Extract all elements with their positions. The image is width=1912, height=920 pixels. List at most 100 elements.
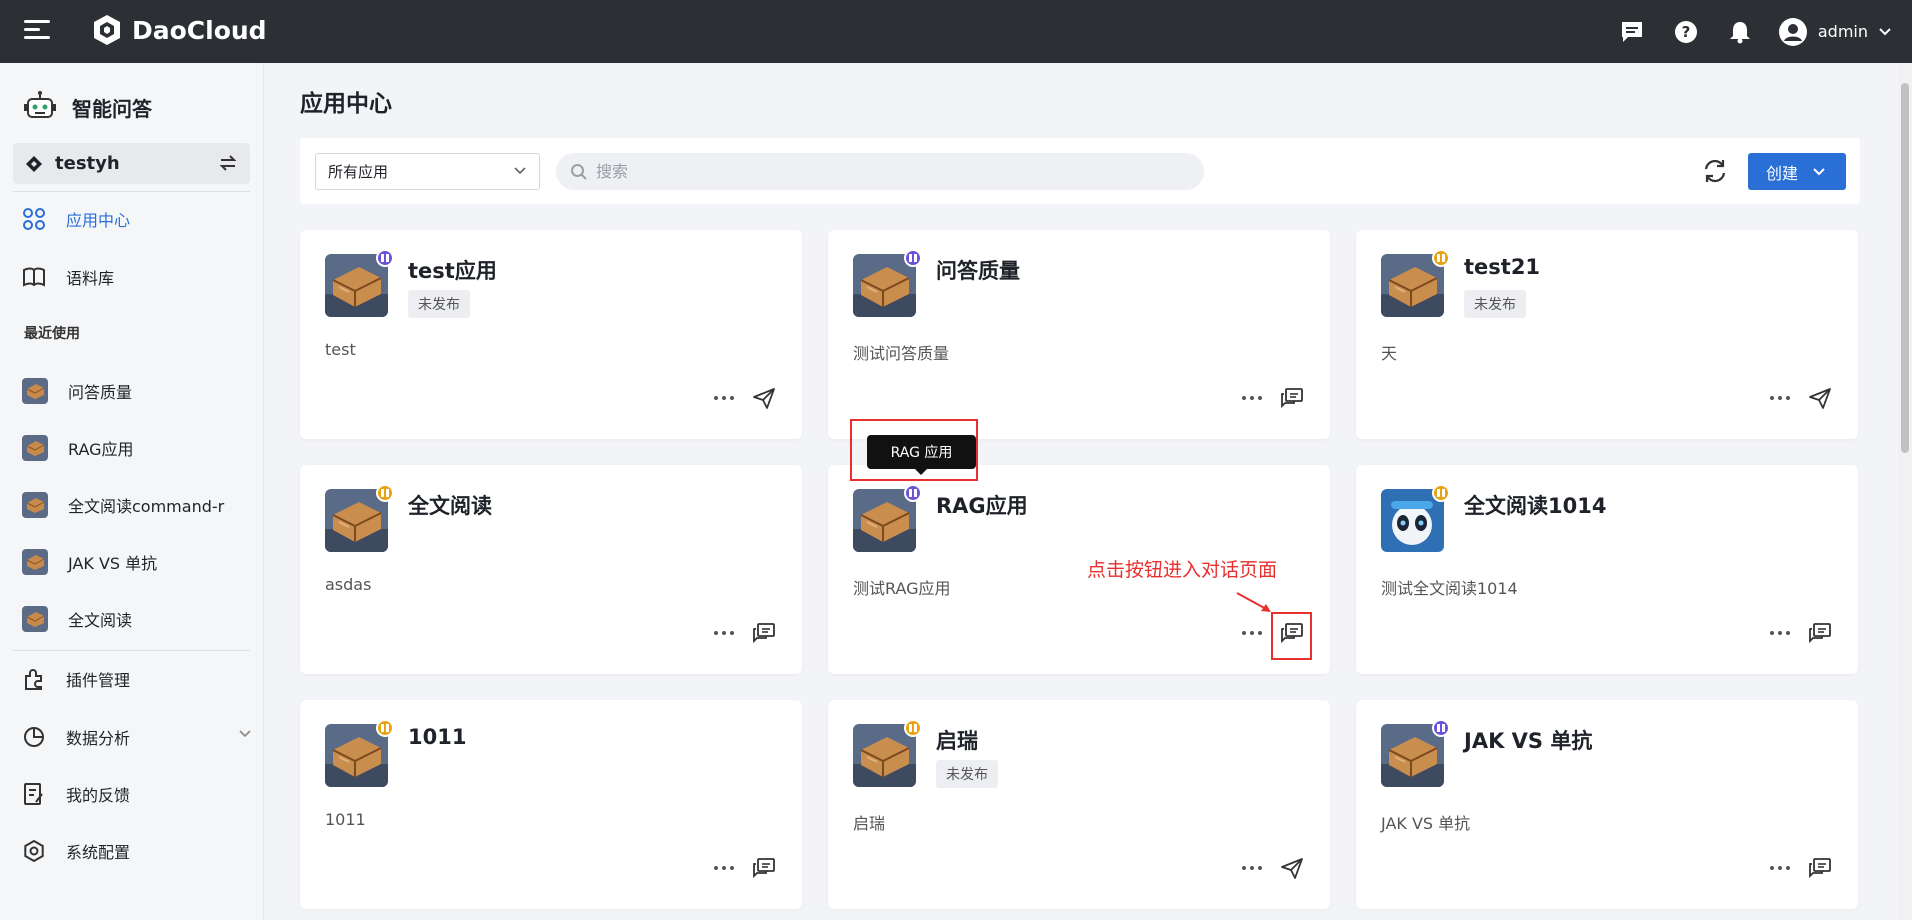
create-button[interactable]: 创建 xyxy=(1748,153,1846,190)
app-type-badge-icon xyxy=(904,484,922,502)
app-type-badge-icon xyxy=(1432,484,1450,502)
user-menu[interactable]: admin xyxy=(1778,17,1892,47)
app-card[interactable]: 问答质量测试问答质量 xyxy=(828,230,1330,439)
chevron-down-icon xyxy=(1879,27,1891,35)
scrollbar[interactable] xyxy=(1898,63,1912,920)
app-description: asdas xyxy=(325,575,372,594)
status-badge: 未发布 xyxy=(408,290,470,318)
app-thumbnail xyxy=(22,378,48,404)
chevron-down-icon xyxy=(514,167,526,175)
more-options-icon[interactable] xyxy=(714,862,738,874)
more-options-icon[interactable] xyxy=(1242,627,1266,639)
publish-send-icon[interactable] xyxy=(752,386,776,410)
sidebar-item-label: 系统配置 xyxy=(66,843,131,862)
app-card[interactable]: 全文阅读 asdas xyxy=(300,465,802,674)
avatar-icon xyxy=(1778,17,1807,46)
chat-icon[interactable] xyxy=(1808,856,1832,880)
app-type-badge-icon xyxy=(376,484,394,502)
svg-text:?: ? xyxy=(1682,23,1691,41)
chat-icon[interactable] xyxy=(1808,621,1832,645)
chat-icon[interactable] xyxy=(1280,386,1304,410)
annotation-text: 点击按钮进入对话页面 xyxy=(1087,559,1278,581)
hamburger-menu-icon[interactable] xyxy=(24,20,50,42)
chat-icon[interactable] xyxy=(752,856,776,880)
search-icon xyxy=(571,163,587,180)
swap-icon[interactable] xyxy=(218,154,238,172)
app-name: 全文阅读 xyxy=(408,494,492,518)
more-options-icon[interactable] xyxy=(1242,392,1266,404)
feedback-edit-icon xyxy=(24,783,43,805)
app-description: JAK VS 单抗 xyxy=(1381,814,1471,833)
workspace-name: testyh xyxy=(55,153,120,174)
scrollbar-thumb[interactable] xyxy=(1901,83,1909,453)
more-options-icon[interactable] xyxy=(1242,862,1266,874)
app-card[interactable]: JAK VS 单抗 JAK VS 单抗 xyxy=(1356,700,1858,909)
app-filter-select[interactable]: 所有应用 xyxy=(315,153,540,190)
workspace-icon xyxy=(26,155,42,172)
app-name: 启瑞 xyxy=(936,729,978,753)
publish-send-icon[interactable] xyxy=(1280,856,1304,880)
brand-logo[interactable]: DaoCloud xyxy=(90,13,267,47)
apps-grid-icon xyxy=(23,208,45,230)
status-badge: 未发布 xyxy=(936,760,998,788)
sidebar-item-label: 全文阅读 xyxy=(68,611,133,630)
sidebar-item-label: 数据分析 xyxy=(66,729,131,748)
help-icon[interactable]: ? xyxy=(1670,16,1702,48)
app-name: 问答质量 xyxy=(936,259,1020,283)
sidebar-item-plugins[interactable]: 插件管理 xyxy=(22,659,252,699)
app-type-badge-icon xyxy=(904,249,922,267)
chat-icon[interactable] xyxy=(752,621,776,645)
tooltip: RAG 应用 xyxy=(867,435,976,475)
gear-icon xyxy=(24,839,44,863)
status-badge: 未发布 xyxy=(1464,290,1526,318)
app-name: test21 xyxy=(1464,255,1541,279)
workspace-switcher[interactable]: testyh xyxy=(13,143,250,184)
app-name: 1011 xyxy=(408,725,467,749)
sidebar-item-analytics[interactable]: 数据分析 xyxy=(22,717,252,757)
recent-item[interactable]: 问答质量 xyxy=(22,371,252,411)
app-description: 测试RAG应用 xyxy=(853,579,951,598)
robot-icon xyxy=(24,91,56,118)
app-card[interactable]: 1011 1011 xyxy=(300,700,802,909)
app-type-badge-icon xyxy=(904,719,922,737)
recent-item[interactable]: 全文阅读 xyxy=(22,599,252,639)
recent-item[interactable]: 全文阅读command-r xyxy=(22,485,252,525)
app-description: 测试问答质量 xyxy=(853,344,950,363)
create-button-label: 创建 xyxy=(1766,163,1799,183)
chevron-down-icon xyxy=(1813,167,1825,175)
sidebar-item-label: 我的反馈 xyxy=(66,786,131,805)
sidebar-item-app-center[interactable]: 应用中心 xyxy=(22,199,252,239)
divider xyxy=(13,191,250,192)
recent-item[interactable]: JAK VS 单抗 xyxy=(22,542,252,582)
recent-item[interactable]: RAG应用 xyxy=(22,428,252,468)
app-card[interactable]: test21 未发布天 xyxy=(1356,230,1858,439)
publish-send-icon[interactable] xyxy=(1808,386,1832,410)
refresh-icon[interactable] xyxy=(1700,156,1730,186)
toolbar: 所有应用 创建 xyxy=(300,138,1860,204)
sidebar-item-feedback[interactable]: 我的反馈 xyxy=(22,774,252,814)
more-options-icon[interactable] xyxy=(714,627,738,639)
app-card[interactable]: 全文阅读1014 测试全文阅读1014 xyxy=(1356,465,1858,674)
search-input[interactable] xyxy=(596,162,1156,181)
app-thumbnail xyxy=(22,492,48,518)
sidebar: 智能问答 testyh 应用中心 语料库 最近使用 问答质量 RAG应用 全文阅… xyxy=(0,63,264,920)
more-options-icon[interactable] xyxy=(1770,862,1794,874)
app-card[interactable]: 启瑞 未发布 启瑞 xyxy=(828,700,1330,909)
app-description: test xyxy=(325,340,356,359)
username: admin xyxy=(1817,22,1868,41)
sidebar-item-corpus[interactable]: 语料库 xyxy=(22,257,252,297)
more-options-icon[interactable] xyxy=(714,392,738,404)
message-icon[interactable] xyxy=(1616,16,1648,48)
notification-bell-icon[interactable] xyxy=(1724,16,1756,48)
sidebar-item-settings[interactable]: 系统配置 xyxy=(22,831,252,871)
app-card[interactable]: test应用 未发布 test xyxy=(300,230,802,439)
daocloud-logo-icon xyxy=(94,15,120,45)
app-thumbnail xyxy=(22,435,48,461)
more-options-icon[interactable] xyxy=(1770,627,1794,639)
book-icon xyxy=(23,267,45,287)
sidebar-item-label: 问答质量 xyxy=(68,383,133,402)
more-options-icon[interactable] xyxy=(1770,392,1794,404)
brand-name: DaoCloud xyxy=(132,15,267,45)
chevron-down-icon xyxy=(239,730,251,738)
filter-selected-value: 所有应用 xyxy=(328,163,389,181)
